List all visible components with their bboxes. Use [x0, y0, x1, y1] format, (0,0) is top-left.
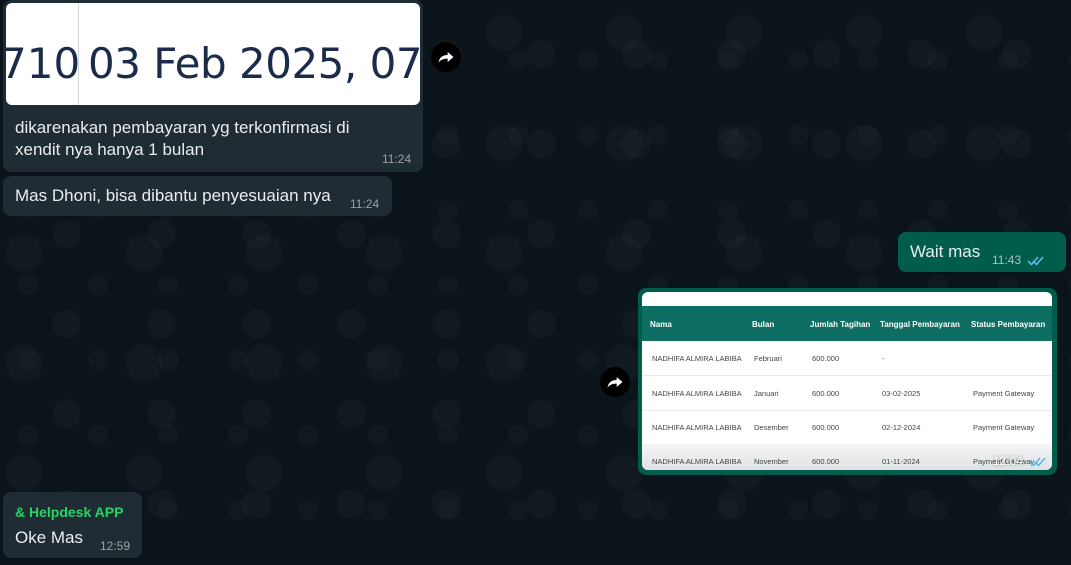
table-header-cell: Tanggal Pembayaran [880, 320, 960, 329]
message-time: 11:24 [382, 152, 412, 166]
outgoing-message[interactable]: Wait mas 11:43 [898, 232, 1066, 272]
table-row: NADHIFA ALMIRA LABIBA Desember 600.000 0… [642, 410, 1052, 445]
message-time: 11:24 [350, 197, 380, 211]
message-text: Mas Dhoni, bisa dibantu penyesuaian nya [15, 186, 331, 205]
double-check-icon [1027, 256, 1045, 267]
forward-icon [438, 52, 454, 63]
double-check-icon [1029, 457, 1046, 468]
table-cell: Desember [754, 423, 789, 432]
message-time-wrap: 11:43 [992, 253, 1045, 267]
table-cell: 03-02-2025 [882, 389, 921, 398]
table-cell: Payment Gateway [973, 389, 1035, 398]
table-cell: 600.000 [812, 423, 840, 432]
image-date: 03 Feb 2025, 07:5 [88, 39, 420, 88]
table-cell: - [882, 354, 885, 363]
table-row: NADHIFA ALMIRA LABIBA November 600.000 0… [642, 444, 1052, 470]
table-cell: 02-12-2024 [882, 423, 921, 432]
table-cell: Payment Gateway [973, 423, 1035, 432]
table-cell: November [754, 457, 789, 466]
table-row: NADHIFA ALMIRA LABIBA Februari 600.000 - [642, 341, 1052, 376]
image-partial-id: 710 [6, 39, 81, 88]
table-row: NADHIFA ALMIRA LABIBA Januari 600.000 03… [642, 376, 1052, 411]
forward-icon [607, 377, 623, 388]
incoming-message[interactable]: & Helpdesk APP Oke Mas 12:59 [3, 492, 142, 558]
incoming-message[interactable]: Mas Dhoni, bisa dibantu penyesuaian nya … [3, 176, 392, 216]
message-time: 11:43 [992, 253, 1022, 267]
table-cell: NADHIFA ALMIRA LABIBA [652, 389, 742, 398]
table-header-cell: Jumlah Tagihan [810, 320, 871, 329]
incoming-message-image[interactable]: 710 03 Feb 2025, 07:5 dikarenakan pembay… [3, 0, 423, 172]
table-header-cell: Bulan [752, 320, 775, 329]
table-cell: 01-11-2024 [882, 457, 920, 466]
sender-name[interactable]: & Helpdesk APP [15, 504, 123, 520]
message-image[interactable]: Nama Bulan Jumlah Tagihan Tanggal Pembay… [642, 292, 1052, 470]
table-cell: 600.000 [812, 354, 840, 363]
table-cell: 600.000 [812, 389, 840, 398]
image-divider [78, 3, 79, 105]
table-cell: Februari [754, 354, 782, 363]
outgoing-message-image[interactable]: Nama Bulan Jumlah Tagihan Tanggal Pembay… [638, 288, 1057, 475]
table-cell: NADHIFA ALMIRA LABIBA [652, 423, 742, 432]
forward-button[interactable] [600, 367, 630, 397]
message-time: 12:59 [100, 539, 131, 553]
table-cell: Januari [754, 389, 779, 398]
table-header-cell: Nama [650, 320, 672, 329]
table-header-cell: Status Pembayaran [971, 320, 1046, 329]
message-text: Wait mas [910, 242, 981, 261]
message-time: 12:04 [993, 454, 1024, 468]
table-cell: NADHIFA ALMIRA LABIBA [652, 354, 742, 363]
message-text: dikarenakan pembayaran yg terkonfirmasi … [15, 118, 350, 159]
message-text: Oke Mas [15, 528, 84, 547]
message-time-wrap: 12:04 [993, 454, 1047, 468]
message-image[interactable]: 710 03 Feb 2025, 07:5 [6, 3, 420, 105]
table-cell: 600.000 [812, 457, 840, 466]
table-header: Nama Bulan Jumlah Tagihan Tanggal Pembay… [642, 306, 1052, 341]
forward-button[interactable] [431, 42, 461, 72]
table-cell: NADHIFA ALMIRA LABIBA [652, 457, 742, 466]
